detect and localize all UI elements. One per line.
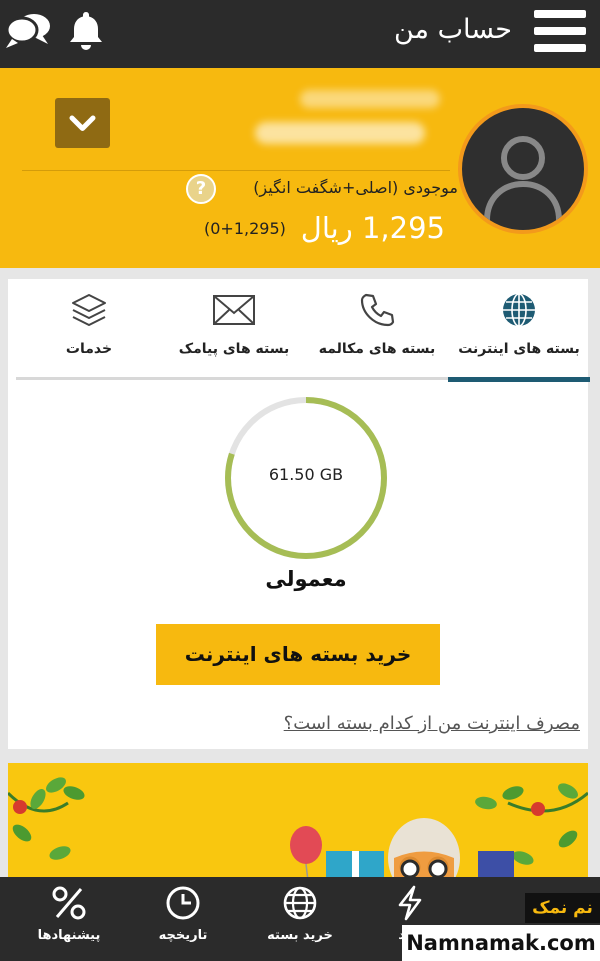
nav-offers[interactable]: پیشنهادها [14,877,124,961]
tab-label: بسته های پیامک [178,341,290,357]
nav-label: تاریخچه [158,928,208,943]
nav-label: پیشنهادها [37,928,101,943]
divider [22,170,450,171]
package-card: بسته های اینترنت بسته های مکالمه بسته ها… [8,279,590,749]
layers-icon [72,294,106,326]
watermark-site: Namnamak.com [402,925,600,961]
balance-detail: (0+1,295) [204,219,286,238]
promo-illustration [8,777,588,881]
nav-history[interactable]: تاریخچه [128,877,238,961]
account-name-blurred [300,90,440,108]
nav-buy-package[interactable]: خرید بسته [245,877,355,961]
percent-icon [52,886,86,920]
avatar[interactable] [458,104,588,234]
tab-services[interactable]: خدمات [16,279,162,379]
help-icon[interactable]: ? [186,174,216,204]
nav-label: خرید بسته [267,928,333,943]
phone-number-blurred [255,122,425,144]
tab-internet-packages[interactable]: بسته های اینترنت [448,279,590,379]
chat-icon[interactable] [4,10,52,50]
data-remaining-value: 61.50 GB [268,465,344,484]
plan-name: معمولی [265,567,347,591]
internet-usage-link[interactable]: مصرف اینترنت من از کدام بسته است؟ [284,713,580,734]
lightning-icon [398,885,422,921]
envelope-icon [213,295,255,325]
globe-icon [283,886,317,920]
watermark-brand: نم نمک [525,893,600,923]
balance-label: موجودی (اصلی+شگفت انگیز) [253,178,458,197]
globe-icon [503,293,535,327]
tab-label: خدمات [65,341,113,357]
clock-icon [166,886,200,920]
bell-icon[interactable] [64,8,108,52]
page-title: حساب من [393,14,512,45]
buy-internet-packages-button[interactable]: خرید بسته های اینترنت [156,624,440,685]
hamburger-menu-icon[interactable] [534,10,586,54]
tab-call-packages[interactable]: بسته های مکالمه [306,279,448,379]
tab-label: بسته های اینترنت [458,341,580,357]
chevron-down-icon [69,115,96,131]
tab-label: بسته های مکالمه [318,341,436,357]
tab-bar: بسته های اینترنت بسته های مکالمه بسته ها… [16,279,590,379]
balance-value: 1,295 ریال [300,211,445,245]
tab-sms-packages[interactable]: بسته های پیامک [162,279,306,379]
active-tab-indicator [448,377,590,382]
top-bar: حساب من [0,0,600,68]
phone-icon [360,293,395,327]
account-dropdown-button[interactable] [55,98,110,148]
account-summary: موجودی (اصلی+شگفت انگیز) ? 1,295 ریال (0… [0,68,600,268]
promo-banner[interactable] [8,763,588,881]
